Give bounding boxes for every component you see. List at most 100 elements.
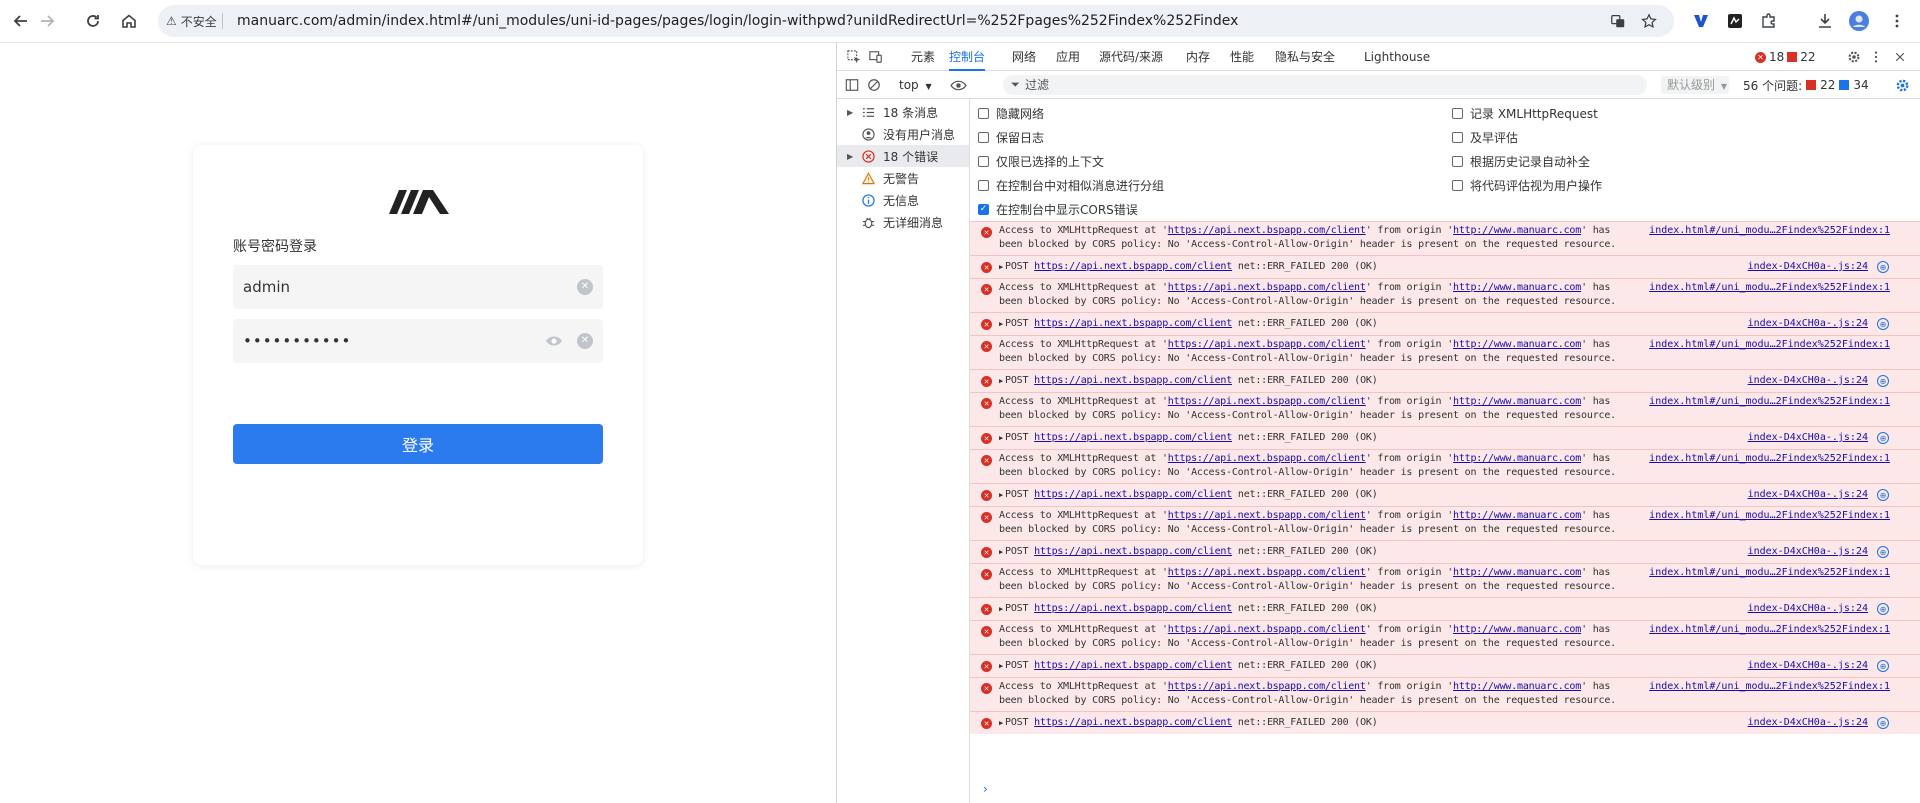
origin-link[interactable]: http://www.manuarc.com — [1453, 453, 1581, 464]
source-link[interactable]: index-D4xCH0a-.js:24 — [1748, 660, 1868, 671]
request-url-link[interactable]: https://api.next.bspapp.com/client — [1034, 717, 1232, 728]
password-field[interactable]: ✕ — [233, 319, 603, 363]
setting-eager-eval[interactable]: 及早评估 — [1452, 125, 1518, 149]
request-url-link[interactable]: https://api.next.bspapp.com/client — [1168, 339, 1366, 350]
url-text[interactable]: manuarc.com/admin/index.html#/uni_module… — [237, 5, 1238, 37]
setting-show-cors-errors[interactable]: ✓ 在控制台中显示CORS错误 — [978, 197, 1138, 221]
close-devtools-icon[interactable] — [1891, 48, 1909, 66]
expand-arrow-icon[interactable]: ▶ — [999, 548, 1003, 556]
bookmark-star-icon[interactable] — [1639, 11, 1659, 31]
issues-counter[interactable]: 56 个问题: 22 34 — [1743, 71, 1869, 99]
source-link[interactable]: index.html#/uni_modu…2Findex%252Findex:1 — [1649, 339, 1890, 350]
checkbox-checked[interactable]: ✓ — [978, 203, 989, 215]
sidebar-item-verbose[interactable]: 无详细消息 — [837, 211, 969, 233]
expand-arrow-icon[interactable]: ▶ — [847, 152, 857, 161]
tab-elements[interactable]: 元素 — [911, 43, 935, 71]
request-url-link[interactable]: https://api.next.bspapp.com/client — [1034, 489, 1232, 500]
source-link[interactable]: index.html#/uni_modu…2Findex%252Findex:1 — [1649, 225, 1890, 236]
extensions-puzzle-icon[interactable] — [1758, 10, 1780, 32]
source-link[interactable]: index-D4xCH0a-.js:24 — [1748, 318, 1868, 329]
reload-icon[interactable] — [80, 8, 106, 34]
setting-log-xhr[interactable]: 记录 XMLHttpRequest — [1452, 101, 1598, 125]
checkbox[interactable] — [978, 179, 989, 191]
origin-link[interactable]: http://www.manuarc.com — [1453, 624, 1581, 635]
origin-link[interactable]: http://www.manuarc.com — [1453, 510, 1581, 521]
console-settings-gear-icon[interactable] — [1893, 76, 1911, 94]
sidebar-item-errors[interactable]: ▶ 18 个错误 — [837, 145, 969, 167]
source-link[interactable]: index-D4xCH0a-.js:24 — [1748, 375, 1868, 386]
expand-arrow-icon[interactable]: ▶ — [847, 108, 857, 117]
network-request-icon[interactable]: ⊕ — [1877, 603, 1889, 615]
request-url-link[interactable]: https://api.next.bspapp.com/client — [1168, 396, 1366, 407]
profile-avatar-icon[interactable] — [1848, 10, 1870, 32]
origin-link[interactable]: http://www.manuarc.com — [1453, 396, 1581, 407]
clear-icon[interactable]: ✕ — [577, 279, 593, 295]
network-request-icon[interactable]: ⊕ — [1877, 375, 1889, 387]
browser-menu-icon[interactable] — [1886, 10, 1908, 32]
network-request-icon[interactable]: ⊕ — [1877, 546, 1889, 558]
tab-lighthouse[interactable]: Lighthouse — [1364, 43, 1430, 71]
translate-icon[interactable] — [1608, 11, 1628, 31]
setting-preserve-log[interactable]: 保留日志 — [978, 125, 1044, 149]
tab-performance[interactable]: 性能 — [1230, 43, 1254, 71]
checkbox[interactable] — [1452, 131, 1463, 143]
sidebar-item-info[interactable]: 无信息 — [837, 189, 969, 211]
clear-console-icon[interactable] — [865, 76, 883, 94]
source-link[interactable]: index-D4xCH0a-.js:24 — [1748, 717, 1868, 728]
context-selector[interactable]: top ▼ — [899, 71, 932, 99]
tab-network[interactable]: 网络 — [1012, 43, 1036, 71]
origin-link[interactable]: http://www.manuarc.com — [1453, 339, 1581, 350]
download-icon[interactable] — [1814, 10, 1836, 32]
expand-arrow-icon[interactable]: ▶ — [999, 263, 1003, 271]
request-url-link[interactable]: https://api.next.bspapp.com/client — [1034, 660, 1232, 671]
source-link[interactable]: index.html#/uni_modu…2Findex%252Findex:1 — [1649, 567, 1890, 578]
inspect-element-icon[interactable] — [845, 48, 863, 66]
network-request-icon[interactable]: ⊕ — [1877, 261, 1889, 273]
checkbox[interactable] — [1452, 179, 1463, 191]
checkbox[interactable] — [978, 107, 989, 119]
checkbox[interactable] — [978, 155, 989, 167]
request-url-link[interactable]: https://api.next.bspapp.com/client — [1168, 510, 1366, 521]
login-button[interactable]: 登录 — [233, 424, 603, 464]
request-url-link[interactable]: https://api.next.bspapp.com/client — [1034, 603, 1232, 614]
request-url-link[interactable]: https://api.next.bspapp.com/client — [1168, 225, 1366, 236]
extension-dark-icon[interactable] — [1724, 10, 1746, 32]
sidebar-toggle-icon[interactable] — [843, 76, 861, 94]
request-url-link[interactable]: https://api.next.bspapp.com/client — [1168, 282, 1366, 293]
source-link[interactable]: index.html#/uni_modu…2Findex%252Findex:1 — [1649, 282, 1890, 293]
expand-arrow-icon[interactable]: ▶ — [999, 662, 1003, 670]
request-url-link[interactable]: https://api.next.bspapp.com/client — [1168, 681, 1366, 692]
expand-arrow-icon[interactable]: ▶ — [999, 491, 1003, 499]
source-link[interactable]: index-D4xCH0a-.js:24 — [1748, 603, 1868, 614]
network-request-icon[interactable]: ⊕ — [1877, 660, 1889, 672]
origin-link[interactable]: http://www.manuarc.com — [1453, 225, 1581, 236]
source-link[interactable]: index-D4xCH0a-.js:24 — [1748, 261, 1868, 272]
network-request-icon[interactable]: ⊕ — [1877, 717, 1889, 729]
expand-arrow-icon[interactable]: ▶ — [999, 377, 1003, 385]
home-icon[interactable] — [116, 8, 142, 34]
filter-input[interactable]: ⏷ 过滤 — [1003, 75, 1647, 95]
log-level-select[interactable]: 默认级别 ▼ — [1661, 76, 1729, 94]
extension-v-icon[interactable] — [1690, 10, 1712, 32]
tab-memory[interactable]: 内存 — [1186, 43, 1210, 71]
source-link[interactable]: index.html#/uni_modu…2Findex%252Findex:1 — [1649, 396, 1890, 407]
request-url-link[interactable]: https://api.next.bspapp.com/client — [1034, 432, 1232, 443]
expand-arrow-icon[interactable]: ▶ — [999, 434, 1003, 442]
console-prompt-icon[interactable]: › — [983, 782, 1003, 798]
origin-link[interactable]: http://www.manuarc.com — [1453, 567, 1581, 578]
request-url-link[interactable]: https://api.next.bspapp.com/client — [1034, 318, 1232, 329]
network-request-icon[interactable]: ⊕ — [1877, 432, 1889, 444]
source-link[interactable]: index-D4xCH0a-.js:24 — [1748, 432, 1868, 443]
tab-privacy-security[interactable]: 隐私与安全 — [1275, 43, 1335, 71]
tab-application[interactable]: 应用 — [1056, 43, 1080, 71]
origin-link[interactable]: http://www.manuarc.com — [1453, 681, 1581, 692]
source-link[interactable]: index.html#/uni_modu…2Findex%252Findex:1 — [1649, 624, 1890, 635]
more-options-icon[interactable] — [1867, 48, 1885, 66]
request-url-link[interactable]: https://api.next.bspapp.com/client — [1168, 624, 1366, 635]
password-input[interactable] — [243, 319, 523, 363]
back-icon[interactable] — [8, 8, 34, 34]
expand-arrow-icon[interactable]: ▶ — [999, 320, 1003, 328]
clear-icon[interactable]: ✕ — [577, 333, 593, 349]
address-bar[interactable]: ⚠ 不安全 manuarc.com/admin/index.html#/uni_… — [158, 5, 1674, 37]
username-field[interactable]: ✕ — [233, 265, 603, 309]
